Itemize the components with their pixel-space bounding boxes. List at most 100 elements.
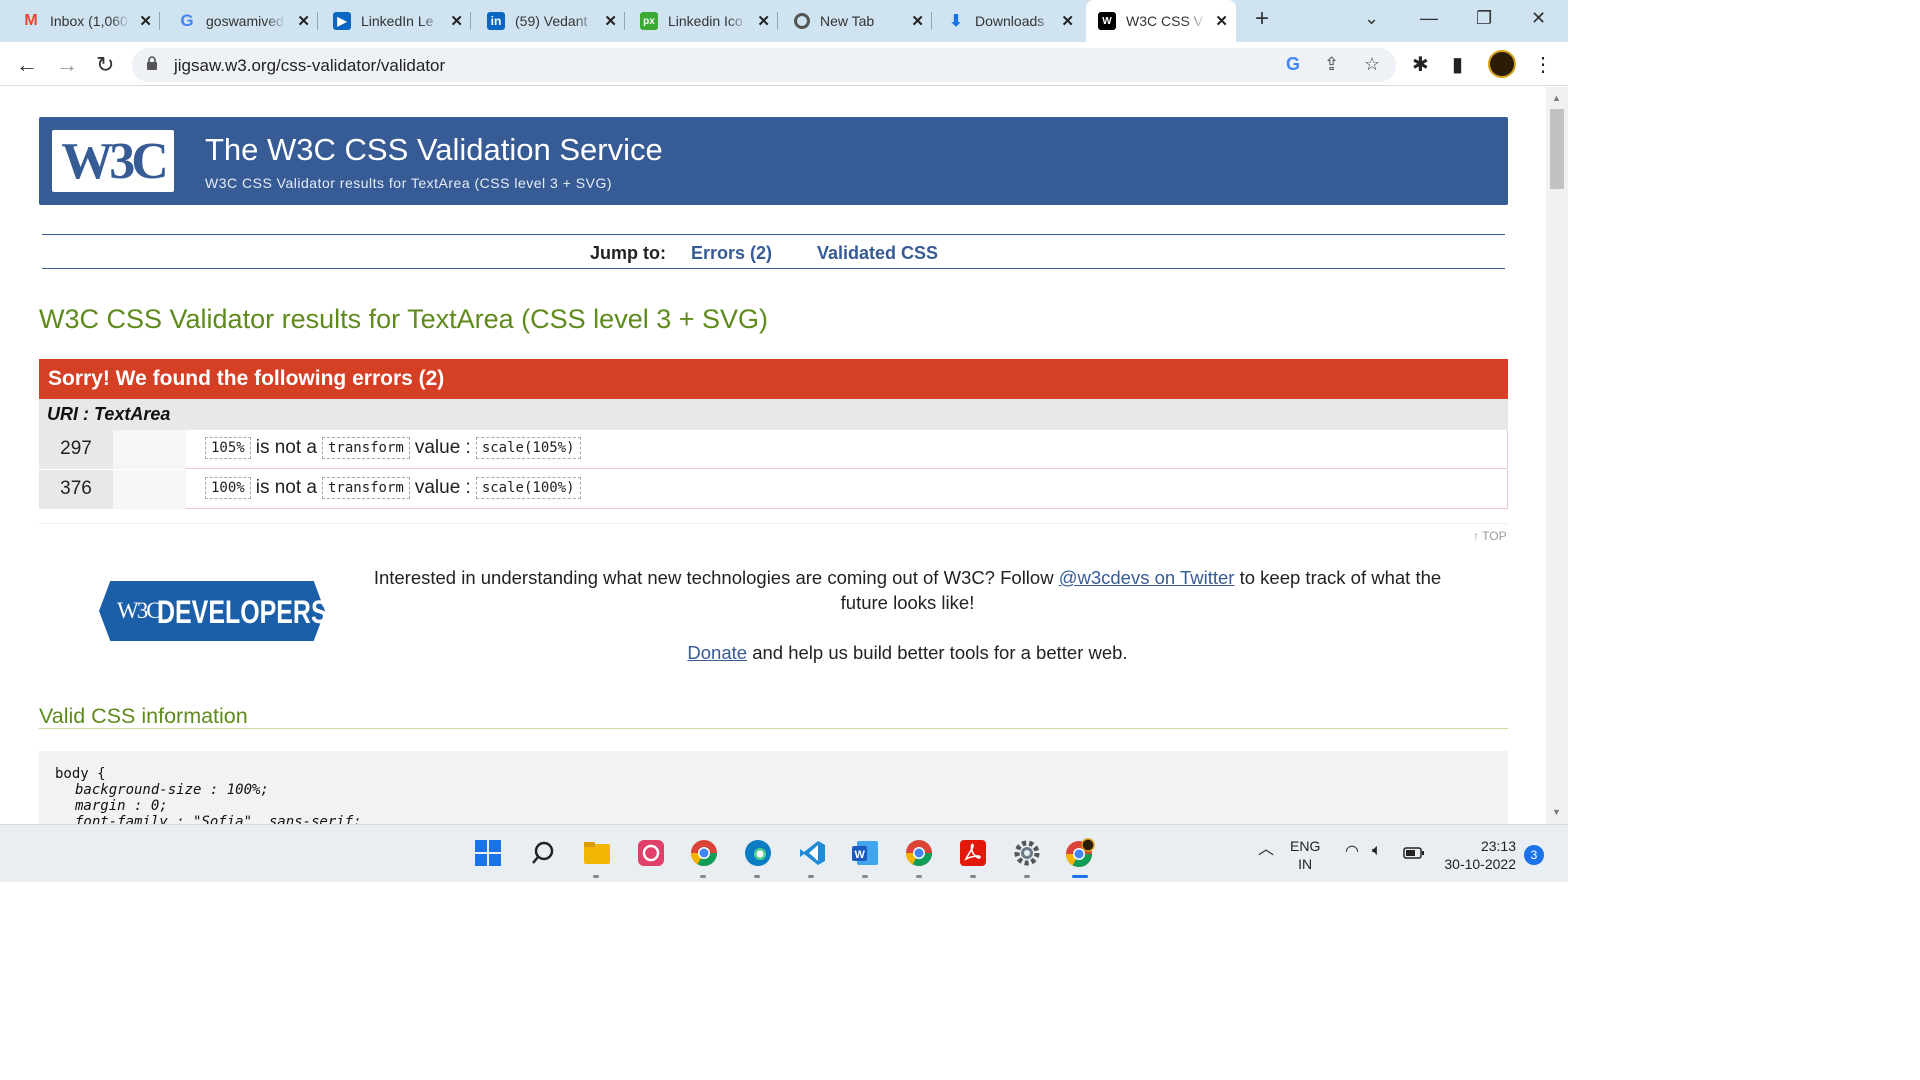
creative-cloud-icon[interactable] [636, 838, 666, 868]
jump-validated-css-link[interactable]: Validated CSS [817, 243, 938, 264]
profile-avatar[interactable] [1488, 50, 1516, 78]
tab-new-tab[interactable]: New Tab ✕ [794, 0, 932, 42]
address-bar[interactable]: jigsaw.w3.org/css-validator/validator G … [132, 48, 1396, 82]
share-icon[interactable]: ⇪ [1324, 54, 1339, 75]
tab-search-icon[interactable]: ⌄ [1364, 8, 1379, 29]
tab-w3c-validator[interactable]: W W3C CSS V ✕ [1086, 0, 1236, 42]
close-tab-icon[interactable]: ✕ [911, 12, 924, 30]
clock[interactable]: 23:13 30-10-2022 [1440, 837, 1516, 873]
minimize-button[interactable]: — [1420, 8, 1438, 29]
tab-label: (59) Vedant [515, 13, 588, 29]
errors-header: Sorry! We found the following errors (2) [39, 359, 1508, 399]
volume-icon[interactable]: 🔈︎ [1372, 842, 1382, 860]
tab-label: W3C CSS V [1126, 13, 1204, 29]
file-explorer-icon[interactable] [582, 838, 612, 868]
tab-google[interactable]: G goswamived ✕ [178, 0, 318, 42]
jump-errors-link[interactable]: Errors (2) [691, 243, 772, 264]
word-icon[interactable]: W [850, 838, 880, 868]
running-indicator [593, 875, 599, 878]
google-lens-icon[interactable]: G [1286, 54, 1300, 75]
close-tab-icon[interactable]: ✕ [1061, 12, 1074, 30]
close-tab-icon[interactable]: ✕ [757, 12, 770, 30]
twitter-link[interactable]: @w3cdevs on Twitter [1059, 567, 1235, 588]
tab-px-icons[interactable]: px Linkedin Ico ✕ [640, 0, 778, 42]
error-context-cell [113, 430, 186, 469]
menu-icon[interactable]: ⋮ [1533, 52, 1553, 77]
results-heading: W3C CSS Validator results for TextArea (… [39, 304, 769, 334]
forward-icon[interactable]: → [56, 52, 78, 78]
back-icon[interactable]: ← [16, 52, 38, 78]
linkedin-icon: in [487, 12, 505, 30]
error-text: value : [414, 437, 471, 458]
notification-badge[interactable]: 3 [1524, 845, 1544, 865]
edge-icon[interactable] [743, 838, 773, 868]
tab-label: goswamived [206, 13, 284, 29]
bookmark-star-icon[interactable]: ☆ [1364, 54, 1380, 75]
restore-button[interactable]: ❐ [1476, 8, 1492, 29]
close-tab-icon[interactable]: ✕ [139, 12, 152, 30]
new-tab-button[interactable]: + [1255, 5, 1269, 33]
close-tab-icon[interactable]: ✕ [1215, 12, 1228, 30]
download-icon: ⬇ [949, 13, 963, 30]
error-context: scale(100%) [475, 477, 581, 499]
tab-separator [159, 12, 160, 30]
error-value: 105% [205, 437, 251, 459]
vscode-icon[interactable] [797, 838, 827, 868]
browser-toolbar: ← → ↻ jigsaw.w3.org/css-validator/valida… [0, 42, 1568, 86]
language-indicator[interactable]: ENG IN [1290, 837, 1320, 873]
w3c-logo[interactable]: W3C [52, 130, 174, 192]
tab-label: New Tab [820, 13, 875, 29]
tab-linkedin[interactable]: in (59) Vedant ✕ [487, 0, 625, 42]
close-tab-icon[interactable]: ✕ [450, 12, 463, 30]
donate-text: and help us build better tools for a bet… [747, 642, 1128, 663]
donate-link[interactable]: Donate [687, 642, 747, 663]
gmail-icon: M [24, 12, 38, 29]
page-scrollbar[interactable]: ▲ ▼ [1546, 87, 1568, 824]
valid-css-heading-text: Valid CSS information [39, 704, 248, 728]
lock-icon[interactable] [146, 56, 158, 71]
google-icon: G [180, 11, 194, 30]
battery-icon[interactable] [1403, 845, 1425, 863]
close-window-button[interactable]: ✕ [1531, 8, 1546, 29]
settings-icon[interactable] [1012, 838, 1042, 868]
language-code: ENG [1290, 838, 1321, 854]
chrome-profile-icon[interactable] [904, 838, 934, 868]
header-banner: W3C The W3C CSS Validation Service W3C C… [39, 117, 1508, 205]
linkedin-learning-icon: ▶ [333, 12, 351, 30]
scroll-down-icon[interactable]: ▼ [1552, 807, 1561, 817]
code-line: margin : 0; [75, 798, 168, 814]
chrome-active-icon[interactable] [1065, 838, 1095, 868]
page-title: The W3C CSS Validation Service [205, 132, 663, 167]
tab-gmail[interactable]: M Inbox (1,060 ✕ [22, 0, 160, 42]
w3c-developers-logo[interactable]: W3C DEVELOPERS [99, 581, 328, 641]
tab-separator [624, 12, 625, 30]
close-tab-icon[interactable]: ✕ [604, 12, 617, 30]
code-line: background-size : 100%; [75, 782, 269, 798]
chrome-icon[interactable] [689, 838, 719, 868]
developers-logo-w3c: W3C [117, 598, 162, 623]
extensions-icon[interactable]: ✱ [1412, 52, 1429, 77]
error-text: is not a [255, 437, 317, 458]
running-indicator [1024, 875, 1030, 878]
tab-linkedin-learning[interactable]: ▶ LinkedIn Le ✕ [333, 0, 471, 42]
code-line: font-family : "Sofia", sans-serif; [75, 814, 362, 824]
tab-separator [317, 12, 318, 30]
back-to-top-link[interactable]: ↑ TOP [1473, 529, 1507, 543]
tab-downloads[interactable]: ⬇ Downloads ✕ [947, 0, 1082, 42]
clock-time: 23:13 [1480, 838, 1516, 854]
search-icon[interactable] [528, 838, 558, 868]
windows-taskbar: W ︿ ENG IN ◠ 🔈︎ 23:13 30-10-2022 3 [0, 824, 1568, 882]
reload-icon[interactable]: ↻ [96, 52, 114, 78]
windows-start-icon[interactable] [473, 838, 503, 868]
acrobat-icon[interactable] [958, 838, 988, 868]
tab-separator [470, 12, 471, 30]
side-panel-icon[interactable]: ▮ [1452, 52, 1463, 77]
scroll-up-icon[interactable]: ▲ [1552, 93, 1561, 103]
close-tab-icon[interactable]: ✕ [297, 12, 310, 30]
wifi-icon[interactable]: ◠ [1345, 843, 1359, 861]
w3c-icon: W [1098, 12, 1116, 30]
scrollbar-thumb[interactable] [1550, 109, 1564, 189]
url-text[interactable]: jigsaw.w3.org/css-validator/validator [174, 56, 445, 76]
tab-separator [777, 12, 778, 30]
show-hidden-icons[interactable]: ︿ [1258, 841, 1274, 859]
